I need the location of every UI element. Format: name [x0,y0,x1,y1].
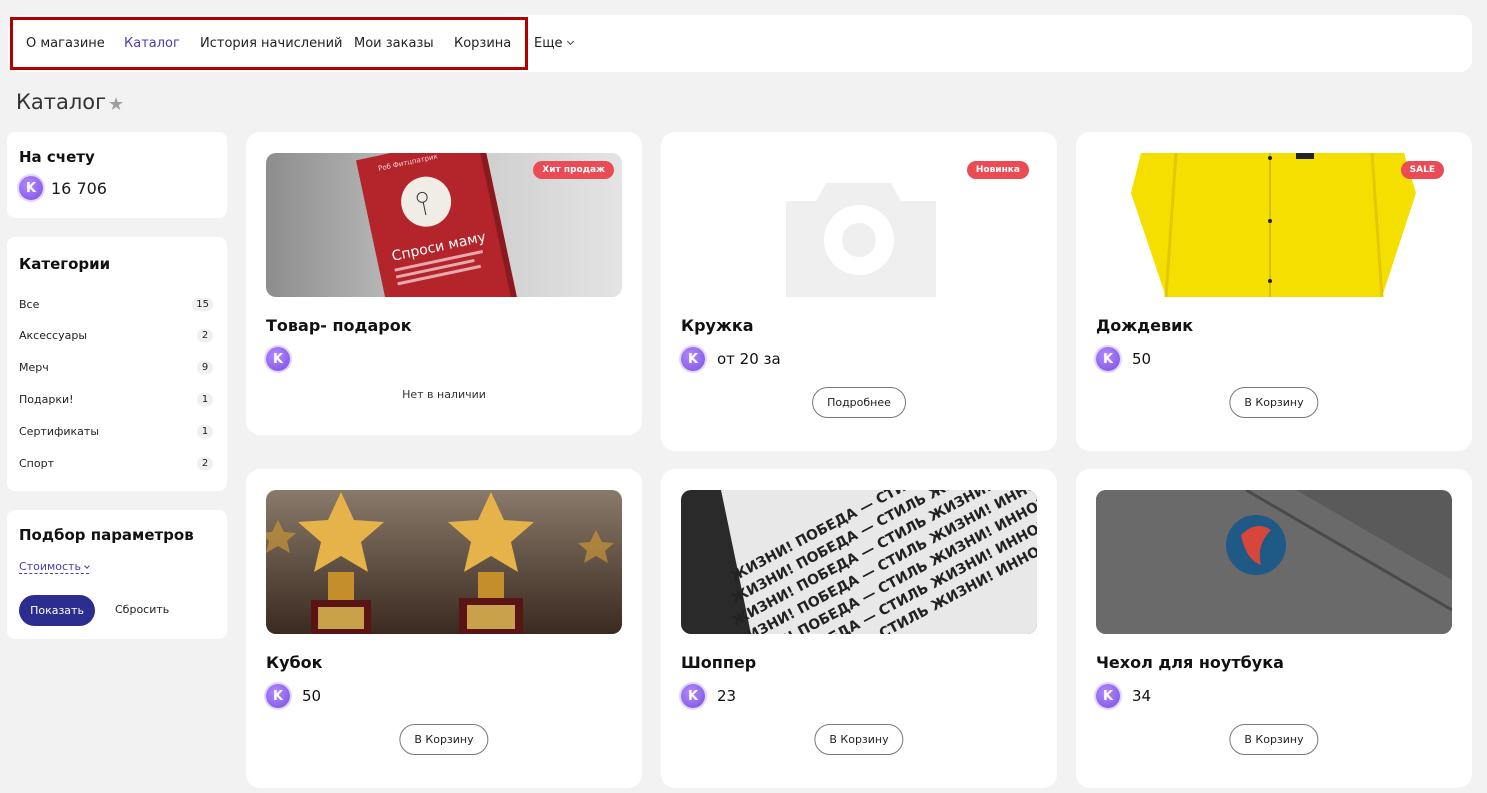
nav-item-more[interactable]: Еще [534,36,575,51]
category-count: 9 [197,360,213,374]
badge-bestseller: Хит продаж [533,161,614,179]
category-count: 1 [197,392,213,406]
categories-panel: Категории Все 15 Аксессуары 2 Мерч 9 Подарк… [7,237,227,491]
cost-filter-toggle[interactable]: Стоимость [19,560,90,574]
balance-value: K 16 706 [19,176,107,200]
category-item-accessories[interactable]: Аксессуары 2 [19,326,213,344]
product-card[interactable]: Спроси маму Роб Фитцпатрик Хит продаж То… [246,132,642,435]
page-title: Каталог [16,90,107,114]
category-count: 2 [197,456,213,470]
add-to-cart-button[interactable]: В Корзину [1229,387,1319,418]
top-navigation: О магазине Каталог История начислений Мо… [8,15,1472,72]
nav-item-cart[interactable]: Корзина [454,36,511,51]
price-value: 23 [717,687,737,705]
product-image [1096,153,1452,297]
category-item-merch[interactable]: Мерч 9 [19,358,213,376]
product-title[interactable]: Товар- подарок [266,316,412,335]
chevron-down-icon [567,37,575,46]
product-card[interactable]: ЖИЗНИ! ПОБЕДА — СТИЛЬ ЖИЗНИ! ИННОВАЦИИ! … [661,469,1057,788]
category-label: Мерч [19,360,49,374]
product-image: ЖИЗНИ! ПОБЕДА — СТИЛЬ ЖИЗНИ! ИННОВАЦИИ! … [681,490,1037,634]
details-button[interactable]: Подробнее [812,387,906,418]
product-price: K 23 [681,684,736,708]
nav-item-about[interactable]: О магазине [26,36,105,51]
add-to-cart-button[interactable]: В Корзину [399,724,489,755]
price-value: 50 [302,687,322,705]
coin-icon: K [681,684,705,708]
filters-title: Подбор параметров [19,526,194,544]
nav-item-orders[interactable]: Мои заказы [354,36,434,51]
product-card[interactable]: Кубок K 50 В Корзину [246,469,642,788]
show-button[interactable]: Показать [19,595,95,626]
product-title[interactable]: Шоппер [681,653,756,672]
nav-item-catalog[interactable]: Каталог [124,36,180,51]
product-image [266,490,622,634]
coin-icon: K [681,347,705,371]
badge-sale: SALE [1400,161,1444,179]
product-price: Kот 20 за [681,347,781,371]
category-item-sport[interactable]: Спорт 2 [19,454,213,472]
coin-icon: K [266,347,290,371]
filters-panel: Подбор параметров Стоимость Показать Сбр… [7,510,227,639]
product-price: K 50 [266,684,321,708]
product-card[interactable]: Новинка Кружка Kот 20 за Подробнее [661,132,1057,451]
product-title[interactable]: Чехол для ноутбука [1096,653,1284,672]
category-item-gifts[interactable]: Подарки! 1 [19,390,213,408]
category-label: Сертификаты [19,424,100,438]
balance-title: На счету [19,148,95,166]
product-price: K 50 [1096,347,1151,371]
category-label: Подарки! [19,392,74,406]
product-card[interactable]: Чехол для ноутбука K 34 В Корзину [1076,469,1472,788]
category-label: Спорт [19,456,54,470]
add-to-cart-button[interactable]: В Корзину [814,724,904,755]
nav-more-label: Еще [534,36,563,51]
cost-filter-label: Стоимость [19,560,81,573]
product-price: K [266,347,290,371]
balance-panel: На счету K 16 706 [7,132,227,218]
nav-item-history[interactable]: История начислений [200,36,343,51]
favorite-star-icon[interactable]: ★ [108,94,124,115]
category-count: 1 [197,424,213,438]
product-title[interactable]: Дождевик [1096,316,1193,335]
category-count: 2 [197,328,213,342]
product-price: K 34 [1096,684,1151,708]
category-label: Все [19,297,40,311]
badge-new: Новинка [966,161,1029,179]
balance-amount: 16 706 [51,178,107,198]
chevron-down-icon [84,563,90,569]
product-title[interactable]: Кружка [681,316,754,335]
categories-title: Категории [19,255,111,273]
out-of-stock-label: Нет в наличии [402,388,486,401]
price-value: от 20 за [717,350,781,368]
category-label: Аксессуары [19,328,87,342]
add-to-cart-button[interactable]: В Корзину [1229,724,1319,755]
product-card[interactable]: SALE Дождевик K 50 В Корзину [1076,132,1472,451]
coin-icon: K [1096,684,1120,708]
product-title[interactable]: Кубок [266,653,323,672]
category-count: 15 [192,297,213,311]
coin-icon: K [1096,347,1120,371]
reset-button[interactable]: Сбросить [115,603,169,616]
category-item-all[interactable]: Все 15 [19,295,213,313]
product-image [1096,490,1452,634]
category-item-certificates[interactable]: Сертификаты 1 [19,422,213,440]
price-value: 34 [1132,687,1152,705]
coin-icon: K [19,176,43,200]
price-value: 50 [1132,350,1152,368]
coin-icon: K [266,684,290,708]
